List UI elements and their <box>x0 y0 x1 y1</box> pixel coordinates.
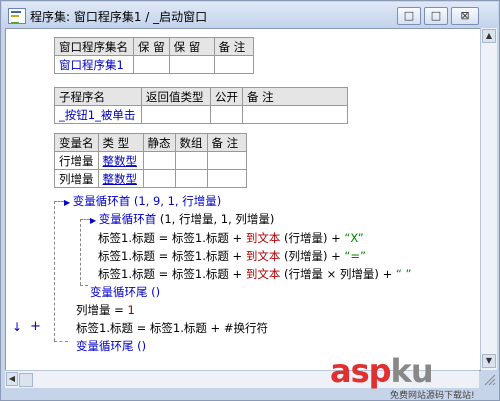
string-literal: “ ” <box>395 267 412 281</box>
assembly-remark-cell[interactable] <box>213 55 254 74</box>
sub-header-name: 子程序名 <box>54 87 142 106</box>
minimize-icon: □ <box>403 9 415 22</box>
sub-header-remark: 备 注 <box>242 87 348 106</box>
code-line[interactable]: ▶ 变量循环首 (1, 9, 1, 行增量) <box>64 193 221 209</box>
loop-end-keyword: 变量循环尾 <box>76 339 134 353</box>
code-line[interactable]: 标签1.标题 = 标签1.标题 + 到文本 (列增量) + “=” <box>98 248 366 264</box>
assignment-text: 标签1.标题 = 标签1.标题 + <box>98 231 246 245</box>
maximize-icon: □ <box>430 9 442 22</box>
loop-start-keyword: 变量循环首 <box>72 194 131 208</box>
assignment-text: 列增量 = <box>76 303 128 317</box>
sub-remark-cell[interactable] <box>242 105 348 124</box>
inner-loop-guide-bottom <box>80 285 88 286</box>
loop-end-args: () <box>137 339 147 353</box>
outer-loop-guide-top <box>54 201 64 202</box>
vertical-scrollbar[interactable]: ▲ ▼ <box>480 28 497 370</box>
string-literal: “X” <box>344 231 364 245</box>
loop-start-keyword: 变量循环首 <box>98 212 157 226</box>
var-name-cell[interactable]: 行增量 <box>54 151 99 170</box>
close-button[interactable]: ⊠ <box>451 7 479 25</box>
code-line[interactable]: 标签1.标题 = 标签1.标题 + #换行符 <box>76 320 268 336</box>
code-line[interactable]: 标签1.标题 = 标签1.标题 + 到文本 (行增量 × 列增量) + “ ” <box>98 266 411 282</box>
down-arrow-icon[interactable]: ↓ <box>12 320 22 334</box>
assembly-reserved2-cell[interactable] <box>168 55 215 74</box>
function-name: 到文本 <box>245 267 281 281</box>
var-remark-cell[interactable] <box>206 151 247 170</box>
variable-table: 变量名 类 型 静态 数组 备 注 行增量 整数型 列增量 整数型 <box>54 133 247 188</box>
outer-loop-guide-bottom <box>54 341 68 342</box>
sub-header-public: 公开 <box>210 87 243 106</box>
var-type-cell[interactable]: 整数型 <box>97 169 144 188</box>
loop-end-keyword: 变量循环尾 <box>90 285 148 299</box>
code-line[interactable]: ▶ 变量循环首 (1, 行增量, 1, 列增量) <box>90 211 274 227</box>
scroll-left-icon[interactable]: ◀ <box>6 372 18 386</box>
program-set-icon <box>8 8 26 24</box>
title-bar[interactable]: 程序集: 窗口程序集1 / _启动窗口 □ □ ⊠ <box>2 2 498 28</box>
var-static-cell[interactable] <box>142 169 176 188</box>
watermark-brand: asp <box>330 352 392 390</box>
var-header-remark: 备 注 <box>206 133 247 152</box>
scroll-up-icon[interactable]: ▲ <box>482 29 496 43</box>
watermark-subtitle: 免费网站源码下载站! <box>390 391 475 401</box>
code-line[interactable]: 标签1.标题 = 标签1.标题 + 到文本 (行增量) + “X” <box>98 230 364 246</box>
assembly-reserved1-cell[interactable] <box>133 55 170 74</box>
assembly-name-cell[interactable]: 窗口程序集1 <box>54 55 134 74</box>
watermark-logo: aspku 免费网站源码下载站! <box>330 352 475 401</box>
string-literal: “=” <box>344 249 366 263</box>
minimize-button[interactable]: □ <box>397 7 421 25</box>
code-line[interactable]: 列增量 = 1 <box>76 302 135 318</box>
assignment-tail: (列增量) + <box>280 249 345 263</box>
watermark-brand-suffix: ku <box>390 352 434 390</box>
assignment-text: 标签1.标题 = 标签1.标题 + <box>98 267 246 281</box>
var-name-cell[interactable]: 列增量 <box>54 169 99 188</box>
var-static-cell[interactable] <box>142 151 176 170</box>
var-header-type: 类 型 <box>97 133 144 152</box>
code-editor[interactable]: 窗口程序集名 保 留 保 留 备 注 窗口程序集1 子程序名 返回值类型 公开 … <box>5 28 481 371</box>
sub-name-cell[interactable]: _按钮1_被单击 <box>54 105 142 124</box>
number-literal: 1 <box>127 303 135 317</box>
close-icon: ⊠ <box>460 9 470 22</box>
assembly-header-remark: 备 注 <box>213 37 254 56</box>
var-header-static: 静态 <box>142 133 176 152</box>
var-header-array: 数组 <box>174 133 208 152</box>
sub-header-return-type: 返回值类型 <box>141 87 211 106</box>
inner-loop-guide <box>80 219 81 285</box>
var-remark-cell[interactable] <box>206 169 247 188</box>
loop-arrow-icon: ▶ <box>90 216 99 225</box>
horizontal-scroll-thumb[interactable] <box>19 373 33 387</box>
loop-arrow-icon: ▶ <box>64 198 73 207</box>
code-line[interactable]: 变量循环尾 () <box>90 284 160 300</box>
sub-public-cell[interactable] <box>210 105 243 124</box>
assignment-text: 标签1.标题 = 标签1.标题 + <box>98 249 246 263</box>
plus-icon[interactable]: + <box>30 319 41 334</box>
function-name: 到文本 <box>245 231 281 245</box>
var-header-name: 变量名 <box>54 133 99 152</box>
scroll-down-icon[interactable]: ▼ <box>482 354 496 368</box>
assignment-tail: (行增量) + <box>280 231 345 245</box>
loop-end-args: () <box>151 285 161 299</box>
outer-loop-guide <box>54 201 55 341</box>
assembly-header-name: 窗口程序集名 <box>54 37 134 56</box>
loop-args: (1, 9, 1, 行增量) <box>133 194 222 208</box>
function-name: 到文本 <box>245 249 281 263</box>
assignment-text: 标签1.标题 = 标签1.标题 + #换行符 <box>76 321 268 335</box>
resize-grip-icon[interactable] <box>481 371 496 386</box>
loop-args: (1, 行增量, 1, 列增量) <box>159 212 275 226</box>
var-array-cell[interactable] <box>174 151 208 170</box>
sub-return-type-cell[interactable] <box>141 105 211 124</box>
window-title: 程序集: 窗口程序集1 / _启动窗口 <box>30 10 208 24</box>
assembly-header-reserved1: 保 留 <box>133 37 170 56</box>
var-array-cell[interactable] <box>174 169 208 188</box>
assignment-tail: (行增量 × 列增量) + <box>280 267 396 281</box>
subroutine-table: 子程序名 返回值类型 公开 备 注 _按钮1_被单击 <box>54 87 348 124</box>
code-line[interactable]: 变量循环尾 () <box>76 338 146 354</box>
inner-loop-guide-top <box>80 219 90 220</box>
var-type-cell[interactable]: 整数型 <box>97 151 144 170</box>
assembly-header-reserved2: 保 留 <box>168 37 215 56</box>
maximize-button[interactable]: □ <box>424 7 448 25</box>
assembly-table: 窗口程序集名 保 留 保 留 备 注 窗口程序集1 <box>54 37 254 74</box>
